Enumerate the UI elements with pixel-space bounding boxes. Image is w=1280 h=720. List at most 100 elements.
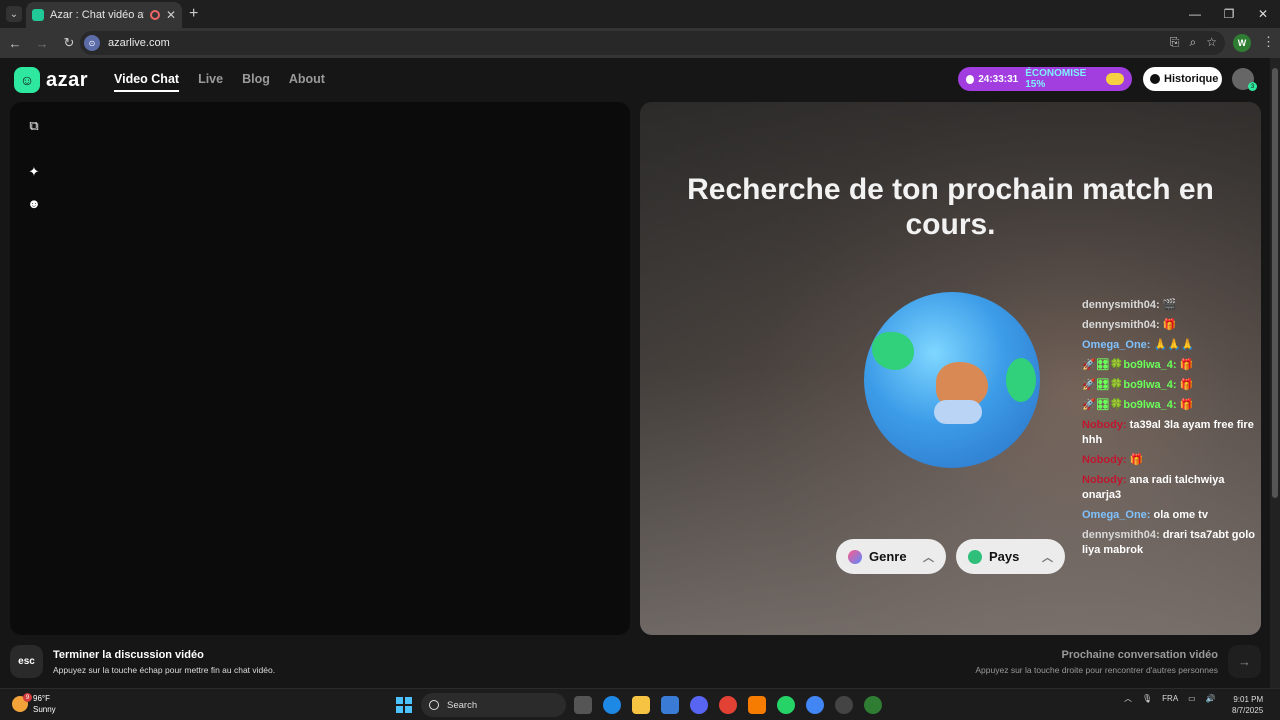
end-chat-title: Terminer la discussion vidéo xyxy=(53,648,204,661)
edge-icon[interactable] xyxy=(603,696,621,714)
clock-date: 8/7/2025 xyxy=(1232,706,1264,715)
chrome-active-icon[interactable] xyxy=(864,696,882,714)
recording-icon xyxy=(149,10,160,20)
chat-message: 🚀🎛🍀bo9lwa_4: 🎁 xyxy=(1082,359,1194,371)
azar-logo-icon: ☺ xyxy=(14,67,40,93)
chrome-profile-icon[interactable] xyxy=(806,696,824,714)
azar-page: ☺ azar Video Chat Live Blog About 24:33:… xyxy=(0,58,1270,688)
taskbar-clock[interactable]: 9:01 PM 8/7/2025 xyxy=(1232,694,1263,716)
microphone-icon[interactable]: 🎙 xyxy=(1142,694,1152,703)
chevron-up-icon: ︿ xyxy=(923,551,934,564)
taskbar-apps xyxy=(574,696,882,714)
user-avatar[interactable]: 3 xyxy=(1232,68,1257,91)
sparkle-effects-icon[interactable]: ✦ xyxy=(27,164,41,179)
country-filter-button[interactable]: Pays ︿ xyxy=(956,539,1065,574)
back-button[interactable]: ← xyxy=(3,36,27,51)
main-nav: Video Chat Live Blog About xyxy=(114,72,325,92)
clock-time: 9:01 PM xyxy=(1233,695,1264,704)
chevron-up-icon[interactable]: ︿ xyxy=(1124,693,1132,704)
chevron-up-icon: ︿ xyxy=(1042,551,1053,564)
esc-key-button[interactable]: esc xyxy=(10,645,43,678)
weather-desc: Sunny xyxy=(33,705,56,714)
next-chat-hint: Prochaine conversation vidéo Appuyez sur… xyxy=(975,649,1218,675)
country-globe-icon xyxy=(968,549,982,564)
chrome-icon[interactable] xyxy=(719,696,737,714)
history-button[interactable]: Historique xyxy=(1143,67,1222,91)
new-tab-button[interactable]: + xyxy=(189,5,198,23)
store-icon[interactable] xyxy=(661,696,679,714)
windows-taskbar: 9 96°F Sunny Search ︿ 🎙 FRA ▭ 🔊 9:01 PM … xyxy=(0,688,1280,720)
chat-message: dennysmith04: drari tsa7abt golo liya ma… xyxy=(1082,529,1255,556)
chat-message: 🚀🎛🍀bo9lwa_4: 🎁 xyxy=(1082,379,1194,391)
chat-message: Omega_One: 🙏🙏🙏 xyxy=(1082,339,1195,351)
gender-icon xyxy=(848,549,862,564)
timer-icon xyxy=(966,74,975,84)
weather-widget[interactable]: 9 96°F Sunny xyxy=(12,693,56,715)
nav-video-chat[interactable]: Video Chat xyxy=(114,72,180,92)
address-bar[interactable]: ⊙ azarlive.com ⎘ ⌕ ☆ xyxy=(80,31,1225,55)
taskbar-search[interactable]: Search xyxy=(421,693,566,717)
nav-about[interactable]: About xyxy=(289,72,325,92)
app-icon[interactable] xyxy=(835,696,853,714)
swap-camera-icon[interactable]: ⧉ xyxy=(27,118,41,133)
searching-headline: Recherche de ton prochain match en cours… xyxy=(687,173,1214,241)
bookmark-star-icon[interactable]: ☆ xyxy=(1206,35,1217,50)
self-video-panel: ⧉ ✦ ☻ xyxy=(10,102,630,635)
weather-temp: 96°F xyxy=(33,694,50,703)
browser-tab[interactable]: Azar : Chat vidéo avec de n ✕ xyxy=(26,2,182,28)
close-window-button[interactable]: ✕ xyxy=(1246,0,1280,28)
azar-logo[interactable]: ☺ azar xyxy=(14,67,88,93)
face-filter-icon[interactable]: ☻ xyxy=(27,196,41,211)
chat-message: Nobody: ana radi talchwiya onarja3 xyxy=(1082,474,1225,501)
history-clock-icon xyxy=(1150,74,1160,84)
search-icon xyxy=(429,700,439,710)
gender-filter-button[interactable]: Genre ︿ xyxy=(836,539,946,574)
tab-title: Azar : Chat vidéo avec de n xyxy=(50,9,144,21)
promo-timer: 24:33:31 xyxy=(978,73,1019,85)
country-label: Pays xyxy=(989,549,1020,564)
match-video-panel: Recherche de ton prochain match en cours… xyxy=(640,102,1261,635)
globe-icon xyxy=(864,292,1040,468)
forward-button[interactable]: → xyxy=(30,36,54,51)
discord-icon[interactable] xyxy=(690,696,708,714)
browser-profile-avatar[interactable]: W xyxy=(1233,34,1251,52)
chat-message: Nobody: ta39al 3la ayam free fire hhh xyxy=(1082,419,1254,446)
page-scrollbar[interactable] xyxy=(1270,58,1280,688)
promo-banner[interactable]: 24:33:31 ÉCONOMISE 15% xyxy=(958,67,1132,91)
whatsapp-icon[interactable] xyxy=(777,696,795,714)
nav-live[interactable]: Live xyxy=(198,72,223,92)
minimize-button[interactable]: — xyxy=(1178,0,1212,28)
tab-strip: ⌄ Azar : Chat vidéo avec de n ✕ + — ❐ ✕ xyxy=(0,0,1280,28)
file-explorer-icon[interactable] xyxy=(632,696,650,714)
avatar-badge: 3 xyxy=(1248,82,1257,91)
chat-message: Nobody: 🎁 xyxy=(1082,454,1144,466)
nav-blog[interactable]: Blog xyxy=(242,72,270,92)
next-chat-subtitle: Appuyez sur la touche droite pour rencon… xyxy=(975,665,1218,675)
end-chat-subtitle: Appuyez sur la touche échap pour mettre … xyxy=(53,664,276,675)
system-tray: ︿ 🎙 FRA ▭ 🔊 xyxy=(1124,693,1216,704)
browser-menu-icon[interactable]: ⋮ xyxy=(1262,34,1275,50)
microphone-app-icon[interactable] xyxy=(748,696,766,714)
display-icon[interactable]: ▭ xyxy=(1188,694,1196,703)
sunny-weather-icon: 9 xyxy=(12,693,32,712)
next-chat-arrow-button[interactable]: → xyxy=(1228,645,1261,678)
language-indicator[interactable]: FRA xyxy=(1162,694,1178,703)
tab-search-button[interactable]: ⌄ xyxy=(6,6,22,22)
next-chat-title: Prochaine conversation vidéo xyxy=(1061,649,1219,661)
task-view-icon[interactable] xyxy=(574,696,592,714)
site-info-icon[interactable]: ⊙ xyxy=(84,35,100,51)
promo-text: ÉCONOMISE 15% xyxy=(1025,68,1087,90)
maximize-button[interactable]: ❐ xyxy=(1212,0,1246,28)
close-tab-icon[interactable]: ✕ xyxy=(166,8,176,22)
chat-message: dennysmith04: 🎬 xyxy=(1082,299,1177,311)
history-label: Historique xyxy=(1164,73,1219,85)
window-controls: — ❐ ✕ xyxy=(1178,0,1280,28)
install-app-icon[interactable]: ⎘ xyxy=(1170,35,1180,50)
end-chat-hint: esc Terminer la discussion vidéo Appuyez… xyxy=(10,645,275,678)
windows-start-icon[interactable] xyxy=(396,697,412,713)
logo-text: azar xyxy=(46,68,89,91)
azar-favicon-icon xyxy=(32,9,44,21)
zoom-icon[interactable]: ⌕ xyxy=(1190,35,1197,50)
reload-button[interactable]: ↻ xyxy=(57,35,81,51)
volume-icon[interactable]: 🔊 xyxy=(1206,694,1216,703)
